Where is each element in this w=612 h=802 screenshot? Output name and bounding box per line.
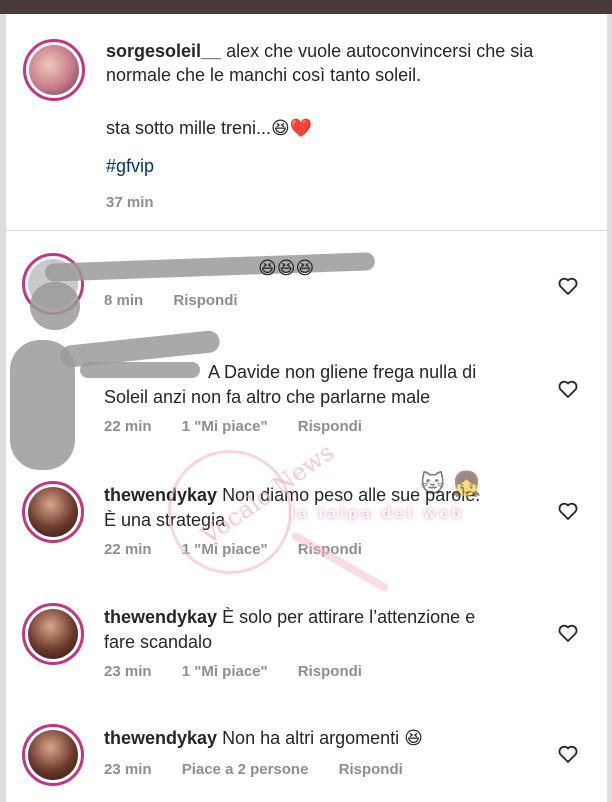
- comment-text: A Davide non gliene frega nulla di: [208, 362, 477, 382]
- comment-username[interactable]: thewendykay: [104, 728, 217, 748]
- comment-time: 23 min: [104, 663, 152, 680]
- reply-button[interactable]: Rispondi: [173, 292, 237, 309]
- caption-time: 37 min: [106, 194, 154, 211]
- heart-outline-icon[interactable]: [556, 621, 580, 645]
- avatar[interactable]: [22, 481, 84, 543]
- likes-count[interactable]: 1 "Mi piace": [182, 418, 268, 435]
- comment-text: fare scandalo: [104, 632, 213, 652]
- comment-body: Non ha altri argomenti 😆: [222, 728, 423, 748]
- comment-text: Soleil anzi non fa altro che parlarne ma…: [104, 387, 431, 407]
- comment-text: 😆😆😆: [258, 258, 315, 278]
- caption-username[interactable]: sorgesoleil__: [106, 41, 221, 61]
- avatar[interactable]: [22, 603, 84, 665]
- heart-outline-icon[interactable]: [556, 742, 580, 766]
- top-bar: [0, 0, 612, 14]
- watermark-mascots: 🐱 👧: [420, 471, 482, 498]
- heart-outline-icon[interactable]: [556, 499, 580, 523]
- heart-outline-icon[interactable]: [556, 274, 580, 298]
- comment-text: thewendykay Non ha altri argomenti 😆: [104, 726, 423, 750]
- likes-count[interactable]: 1 "Mi piace": [182, 663, 268, 680]
- frame-right-edge: [607, 14, 612, 802]
- avatar[interactable]: [22, 724, 84, 786]
- likes-count[interactable]: Piace a 2 persone: [182, 761, 309, 778]
- avatar[interactable]: [23, 39, 85, 101]
- comment-time: 23 min: [104, 761, 152, 778]
- comment-body: È solo per attirare l’attenzione e: [222, 607, 476, 627]
- reply-button[interactable]: Rispondi: [298, 663, 362, 680]
- redaction-scribble: [30, 282, 80, 330]
- caption-text: sorgesoleil__ alex che vuole autoconvinc…: [106, 39, 576, 87]
- reply-button[interactable]: Rispondi: [339, 761, 403, 778]
- caption-line2: sta sotto mille treni...😆❤️: [106, 118, 313, 138]
- heart-outline-icon[interactable]: [556, 377, 580, 401]
- comment-time: 22 min: [104, 418, 152, 435]
- comment-time: 8 min: [104, 292, 144, 309]
- watermark-strip: la talpa del web: [290, 505, 465, 522]
- comment-meta: 23 min Piace a 2 persone Rispondi: [104, 761, 429, 778]
- comment-username[interactable]: thewendykay: [104, 607, 217, 627]
- comment-meta: 8 min Rispondi: [104, 292, 264, 309]
- redaction-scribble: [80, 362, 200, 378]
- reply-button[interactable]: Rispondi: [298, 418, 362, 435]
- redaction-scribble: [44, 252, 376, 282]
- comment-text: thewendykay È solo per attirare l’attenz…: [104, 605, 475, 629]
- comment-meta: 22 min 1 "Mi piace" Rispondi: [104, 418, 388, 435]
- comment-meta: 23 min 1 "Mi piace" Rispondi: [104, 663, 388, 680]
- comment-time: 22 min: [104, 541, 152, 558]
- hashtag-link[interactable]: #gfvip: [106, 156, 154, 177]
- post-caption: sorgesoleil__ alex che vuole autoconvinc…: [6, 14, 607, 231]
